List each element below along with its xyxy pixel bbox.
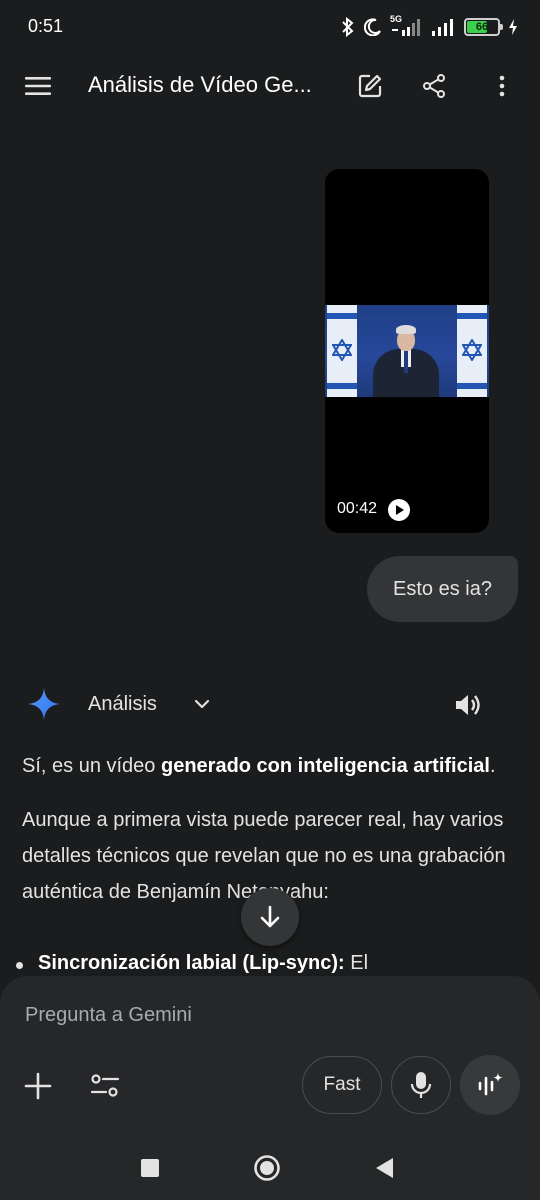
edit-icon [358,74,382,98]
square-icon [141,1159,159,1177]
menu-icon [25,77,51,95]
tune-icon [90,1074,120,1097]
scroll-to-bottom-button[interactable] [241,888,299,946]
recents-button[interactable] [136,1154,164,1182]
system-nav-bar [0,1136,540,1200]
chevron-down-icon[interactable] [190,692,214,716]
charging-icon [508,18,518,36]
moon-icon [364,18,382,36]
response-mode-label[interactable]: Análisis [88,693,157,716]
video-thumbnail [325,305,489,397]
flag-image [327,305,357,397]
more-vert-icon [499,75,505,97]
live-waveform-icon [478,1073,503,1096]
model-selector-label: Fast [323,1074,361,1095]
video-attachment[interactable]: 00:42 [325,169,489,533]
user-message-text: Esto es ia? [393,577,492,600]
live-voice-button[interactable] [460,1055,520,1115]
microphone-button[interactable] [391,1056,451,1114]
response-paragraph: Sí, es un vídeo generado con inteligenci… [22,755,496,777]
more-options-button[interactable] [482,66,522,106]
video-duration: 00:42 [337,500,378,517]
add-attachment-button[interactable] [22,1070,54,1102]
play-button[interactable] [388,499,410,521]
home-button[interactable] [253,1154,281,1182]
circle-icon [254,1155,280,1181]
battery-nub [500,24,503,30]
new-chat-button[interactable] [350,66,390,106]
status-bar: 0:51 5G 66 [0,0,540,54]
app-bar: Análisis de Vídeo Ge... [0,56,540,116]
status-time: 0:51 [28,16,64,36]
bluetooth-icon [340,17,356,37]
composer: Fast [0,976,540,1136]
user-message-bubble: Esto es ia? [367,556,518,622]
gemini-spark-icon [28,688,60,720]
prompt-input[interactable] [25,1004,505,1027]
tools-button[interactable] [88,1070,122,1102]
share-icon [423,74,445,98]
signal-icon: 5G [390,14,422,38]
arrow-down-icon [260,905,280,928]
chat-title[interactable]: Análisis de Vídeo Ge... [88,72,312,98]
microphone-icon [410,1072,432,1098]
share-button[interactable] [414,66,454,106]
response-bullet: Sincronización labial (Lip-sync): El [15,952,369,974]
menu-button[interactable] [18,66,58,106]
battery-level: 66 [475,21,489,33]
battery-icon: 66 [464,18,503,36]
status-icons: 5G 66 [340,14,518,40]
speaker-icon[interactable] [453,690,483,720]
triangle-back-icon [376,1158,393,1178]
flag-image [457,305,487,397]
network-type-label: 5G [390,14,403,24]
signal-icon [430,17,456,37]
model-selector-button[interactable]: Fast [302,1056,382,1114]
plus-icon [24,1072,52,1100]
back-button[interactable] [370,1154,398,1182]
play-icon [396,505,404,515]
